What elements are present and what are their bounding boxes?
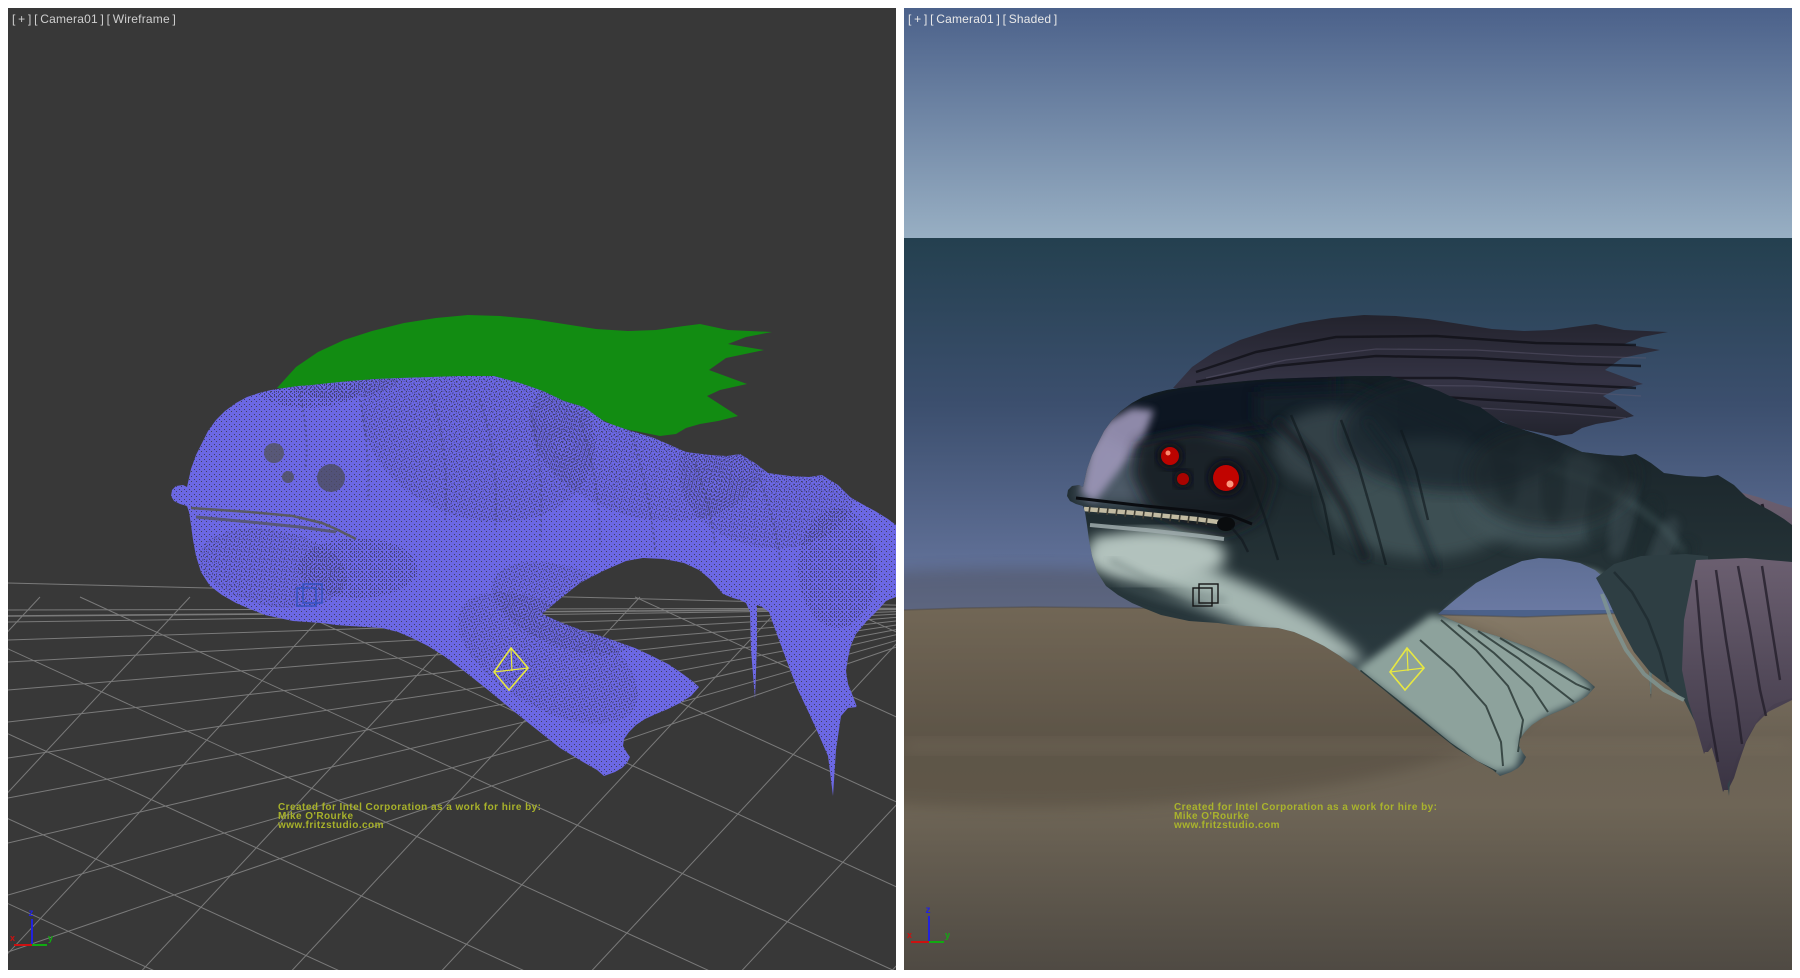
svg-text:x: x: [907, 930, 912, 940]
svg-text:www.fritzstudio.com: www.fritzstudio.com: [277, 820, 384, 831]
svg-text:x: x: [10, 933, 15, 943]
svg-text:z: z: [926, 905, 931, 916]
svg-text:z: z: [29, 908, 34, 919]
svg-text:y: y: [48, 933, 53, 943]
svg-text:www.fritzstudio.com: www.fritzstudio.com: [1173, 820, 1280, 831]
svg-text:y: y: [945, 930, 950, 940]
